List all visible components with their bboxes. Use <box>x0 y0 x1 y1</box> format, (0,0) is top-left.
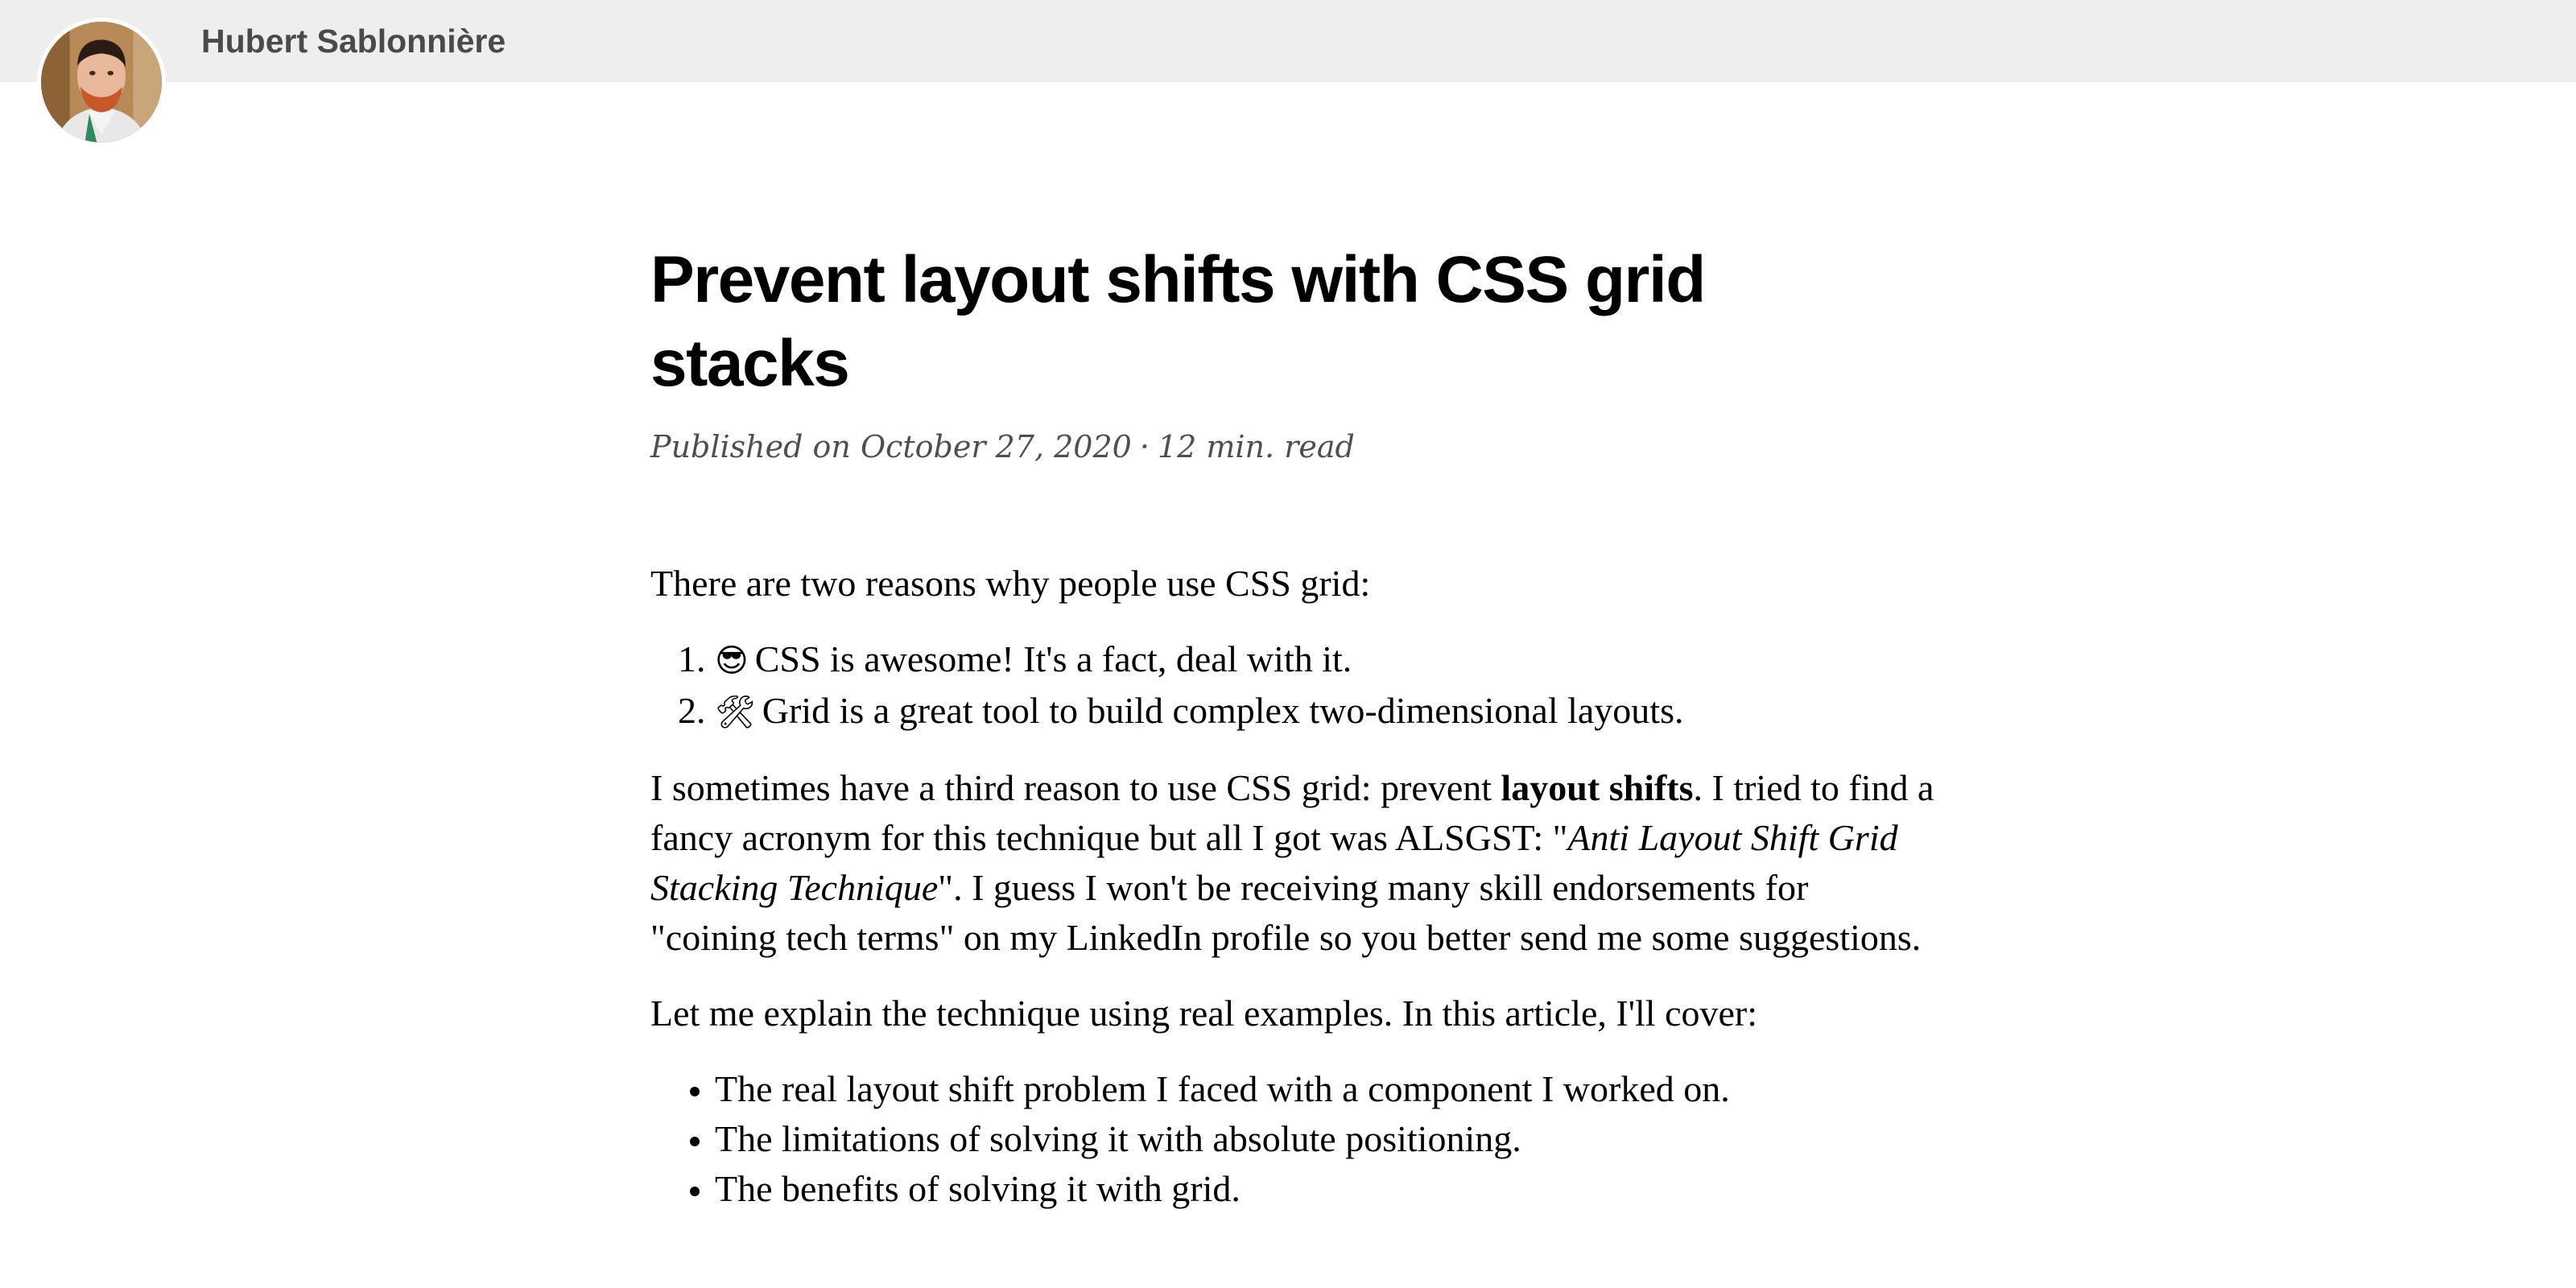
paragraph-text: I sometimes have a third reason to use C… <box>650 767 1501 808</box>
author-photo <box>41 22 162 142</box>
tools-emoji-icon: 🛠 <box>715 694 756 731</box>
explain-paragraph: Let me explain the technique using real … <box>650 993 1758 1034</box>
intro-paragraph: There are two reasons why people use CSS… <box>650 563 1371 604</box>
sunglasses-emoji-icon: 😎 <box>715 642 749 679</box>
list-item: The benefits of solving it with grid. <box>715 1164 1938 1214</box>
article: Prevent layout shifts with CSS grid stac… <box>650 238 1938 1240</box>
read-time: 12 min. read <box>1157 429 1355 464</box>
avatar[interactable] <box>37 18 166 147</box>
published-date: Published on October 27, 2020 <box>650 429 1132 464</box>
article-meta: Published on October 27, 2020 · 12 min. re… <box>650 427 1938 467</box>
article-body: There are two reasons why people use CSS… <box>650 559 1938 1214</box>
article-title: Prevent layout shifts with CSS grid stac… <box>650 243 1706 400</box>
meta-separator: · <box>1139 429 1150 464</box>
third-reason-paragraph: I sometimes have a third reason to use C… <box>650 763 1938 963</box>
topics-list: The real layout shift problem I faced wi… <box>650 1064 1938 1214</box>
list-item-text: CSS is awesome! It's a fact, deal with i… <box>754 638 1352 679</box>
list-item: The real layout shift problem I faced wi… <box>715 1064 1938 1114</box>
site-name-link[interactable]: Hubert Sablonnière <box>201 21 506 61</box>
list-item-text: Grid is a great tool to build complex tw… <box>762 690 1684 731</box>
list-item: The limitations of solving it with absol… <box>715 1114 1938 1164</box>
list-item: 🛠Grid is a great tool to build complex t… <box>715 686 1938 737</box>
list-item: 😎CSS is awesome! It's a fact, deal with … <box>715 634 1938 686</box>
bold-text: layout shifts <box>1501 767 1694 808</box>
reasons-list: 😎CSS is awesome! It's a fact, deal with … <box>650 634 1938 737</box>
site-header: Hubert Sablonnière <box>0 0 2576 82</box>
